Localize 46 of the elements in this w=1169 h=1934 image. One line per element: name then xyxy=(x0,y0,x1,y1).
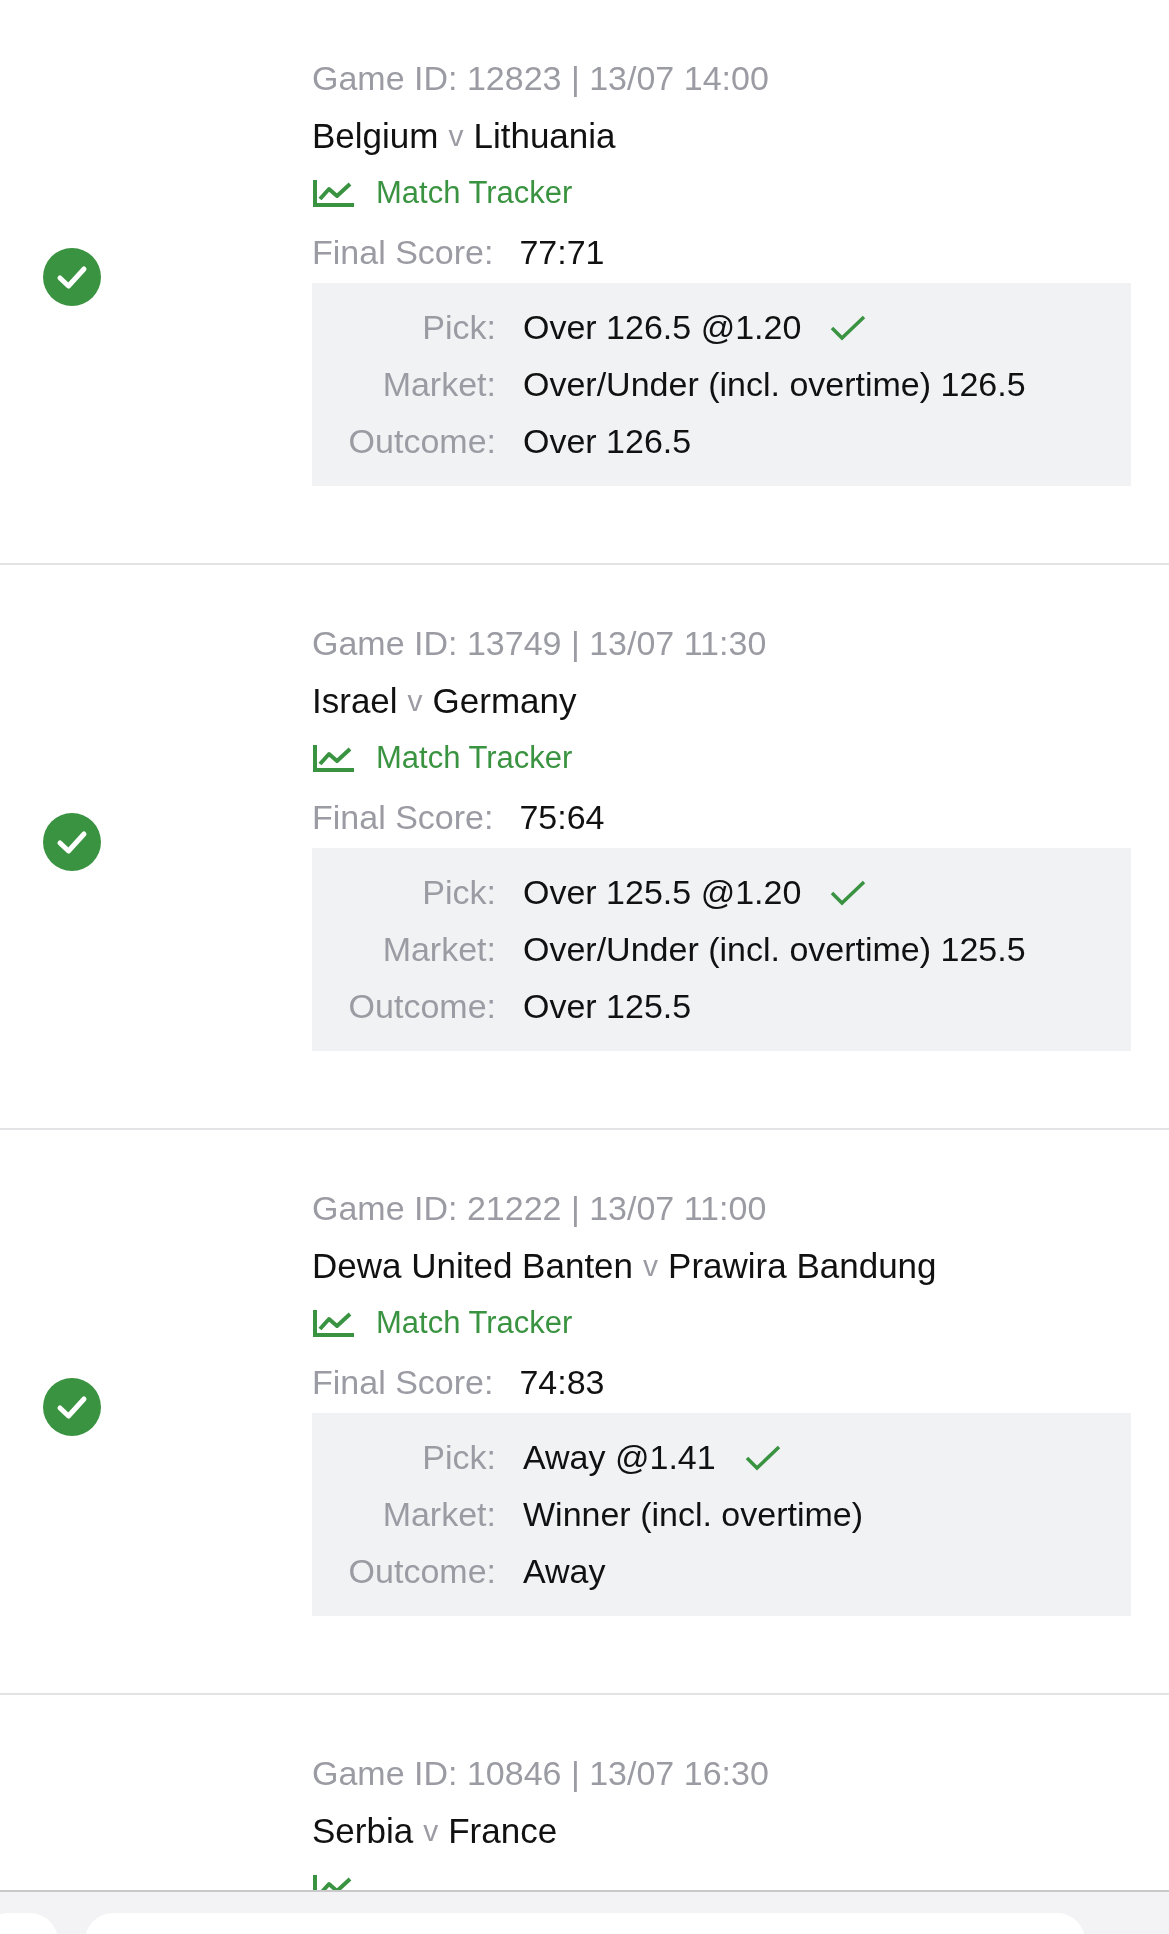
detail-label: Outcome: xyxy=(347,421,496,462)
home-team: Israel xyxy=(312,680,398,721)
home-team: Dewa United Banten xyxy=(312,1245,634,1286)
line-chart-icon[interactable] xyxy=(312,1307,356,1338)
score-label: Final Score: xyxy=(312,1362,494,1402)
detail-label: Market: xyxy=(381,364,496,405)
away-team: Germany xyxy=(432,680,577,721)
versus-label: v xyxy=(448,118,464,153)
game-info: Game ID: 12823 | 13/07 14:00 xyxy=(312,58,770,99)
away-team: Prawira Bandung xyxy=(668,1245,937,1286)
game-info: Game ID: 10846 | 13/07 16:30 xyxy=(312,1753,770,1794)
away-team: Lithuania xyxy=(473,115,616,156)
versus-label: v xyxy=(643,1248,659,1283)
detail-label: Outcome: xyxy=(347,986,496,1027)
away-team: France xyxy=(448,1810,558,1851)
line-chart-icon[interactable] xyxy=(312,742,356,773)
detail-value: Winner (incl. overtime) xyxy=(523,1495,864,1534)
detail-label: Market: xyxy=(381,1494,496,1535)
detail-label: Pick: xyxy=(421,307,496,348)
versus-label: v xyxy=(423,1813,439,1848)
detail-label: Pick: xyxy=(421,872,496,913)
home-team: Serbia xyxy=(312,1810,414,1851)
detail-value: Away @1.41 xyxy=(523,1438,716,1477)
final-score: 74:83 xyxy=(519,1362,605,1402)
versus-label: v xyxy=(407,683,423,718)
game-info: Game ID: 13749 | 13/07 11:30 xyxy=(312,623,768,664)
final-score: 75:64 xyxy=(519,797,605,837)
final-score: 77:71 xyxy=(519,232,605,272)
game-info: Game ID: 21222 | 13/07 11:00 xyxy=(312,1188,768,1229)
detail-value: Over 125.5 xyxy=(523,987,692,1026)
detail-value: Over 126.5 xyxy=(523,422,692,461)
score-label: Final Score: xyxy=(312,797,494,837)
line-chart-icon[interactable] xyxy=(312,177,356,208)
score-label: Final Score: xyxy=(312,232,494,272)
detail-label: Pick: xyxy=(421,1437,496,1478)
detail-value: Away xyxy=(523,1552,606,1591)
detail-label: Market: xyxy=(381,929,496,970)
detail-value: Over/Under (incl. overtime) 125.5 xyxy=(523,930,1026,969)
match-tracker-link[interactable]: Match Tracker xyxy=(376,739,573,776)
detail-value: Over 125.5 @1.20 xyxy=(523,873,802,912)
detail-value: Over 126.5 @1.20 xyxy=(523,308,802,347)
match-tracker-link[interactable]: Match Tracker xyxy=(376,174,573,211)
detail-label: Outcome: xyxy=(347,1551,496,1592)
detail-value: Over/Under (incl. overtime) 126.5 xyxy=(523,365,1026,404)
match-tracker-link[interactable]: Match Tracker xyxy=(376,1304,573,1341)
home-team: Belgium xyxy=(312,115,439,156)
